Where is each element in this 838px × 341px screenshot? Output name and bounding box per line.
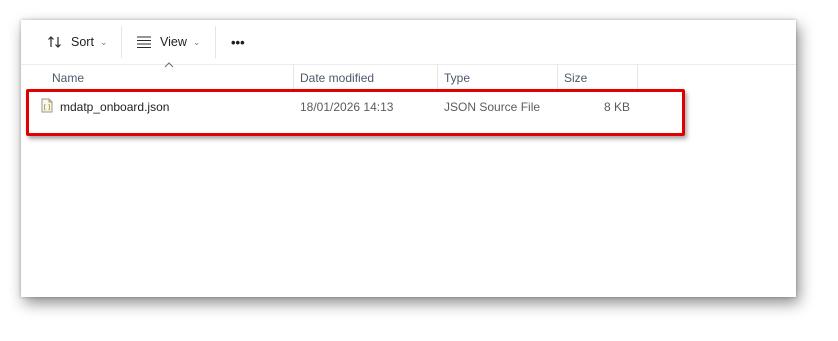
chevron-down-icon: ⌄ xyxy=(192,36,201,47)
file-size: 8 KB xyxy=(603,100,630,114)
more-options-icon: ••• xyxy=(231,34,245,50)
file-name[interactable]: mdatp_onboard.json xyxy=(60,94,169,120)
toolbar-divider xyxy=(121,26,122,58)
file-explorer-window: Sort ⌄ View ⌄ ••• Name Date modified Typ… xyxy=(21,20,796,297)
more-options-button[interactable]: ••• xyxy=(231,29,245,55)
sort-label: Sort xyxy=(71,35,94,49)
column-header-date-modified[interactable]: Date modified xyxy=(294,65,438,91)
chevron-down-icon: ⌄ xyxy=(99,36,108,47)
sort-icon xyxy=(47,34,63,50)
column-header-type-label: Type xyxy=(444,71,471,85)
column-header-name-label: Name xyxy=(52,71,85,85)
view-label: View xyxy=(160,35,187,49)
toolbar-divider xyxy=(215,26,216,58)
column-header-size[interactable]: Size xyxy=(558,65,638,91)
column-header-type[interactable]: Type xyxy=(438,65,558,91)
column-header-date-label: Date modified xyxy=(300,71,375,85)
file-date-modified: 18/01/2026 14:13 xyxy=(300,100,394,114)
json-file-icon xyxy=(41,98,53,116)
file-icon-cell xyxy=(41,94,53,120)
sort-button[interactable]: Sort ⌄ xyxy=(47,29,107,55)
column-header-size-label: Size xyxy=(564,71,588,85)
column-header-row: Name Date modified Type Size xyxy=(21,62,796,91)
file-type: JSON Source File xyxy=(444,100,541,114)
view-list-icon xyxy=(136,35,152,49)
view-button[interactable]: View ⌄ xyxy=(136,29,200,55)
command-bar: Sort ⌄ View ⌄ ••• xyxy=(21,20,796,64)
file-row[interactable]: mdatp_onboard.json 18/01/2026 14:13 JSON… xyxy=(21,94,796,120)
column-header-name[interactable]: Name xyxy=(46,65,294,91)
